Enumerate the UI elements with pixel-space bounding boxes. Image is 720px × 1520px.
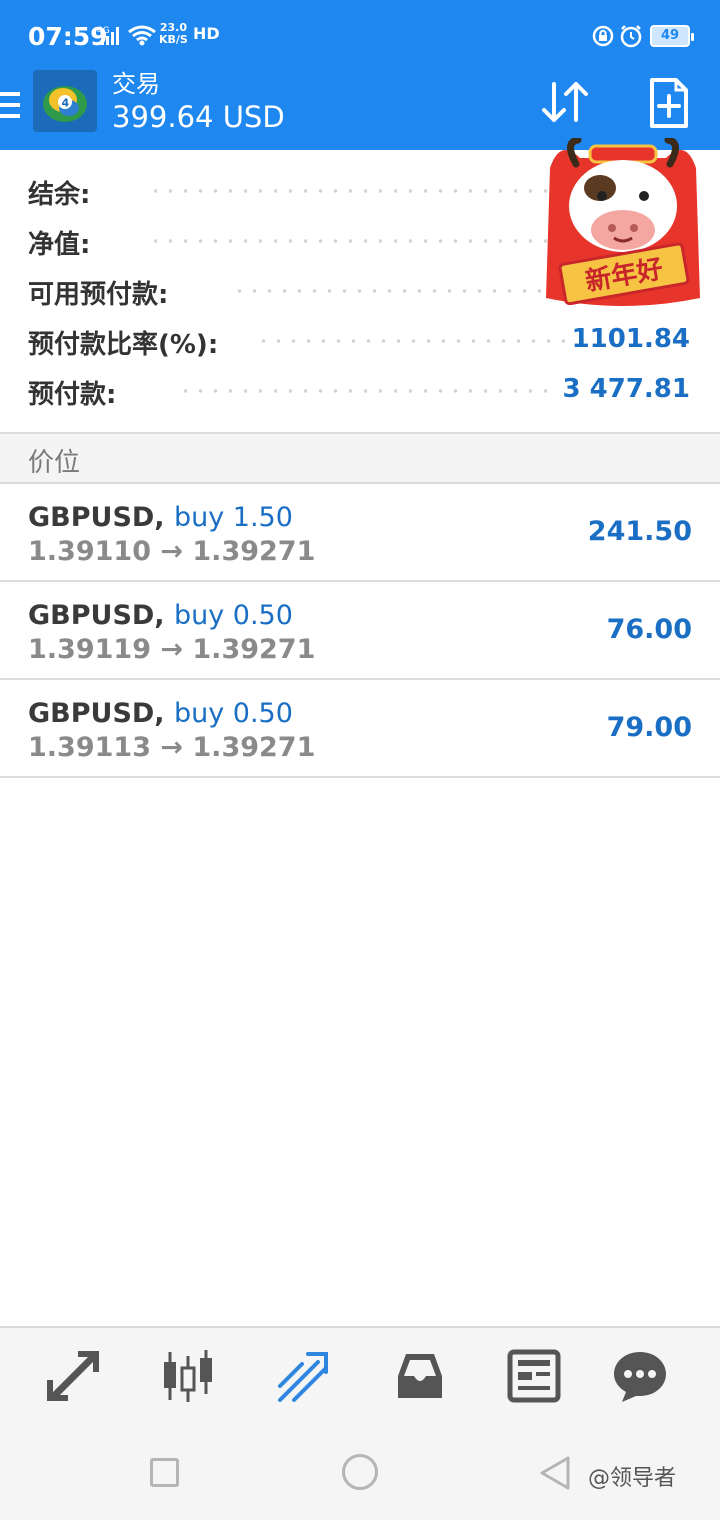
hd-indicator: HD	[193, 24, 220, 43]
new-order-icon[interactable]	[642, 76, 694, 130]
quotes-arrows-icon[interactable]	[44, 1346, 104, 1406]
positions-title: 价位	[28, 448, 81, 478]
summary-row-margin: 预付款: 3 477.81	[0, 366, 720, 416]
summary-label: 预付款比率(%):	[28, 324, 223, 361]
speed-unit: KB/S	[159, 33, 188, 46]
position-side: buy 0.50	[173, 600, 293, 631]
summary-label: 净值:	[28, 224, 95, 261]
menu-icon[interactable]	[0, 90, 20, 120]
dotted-leader	[148, 239, 548, 243]
position-profit: 241.50	[587, 516, 692, 547]
position-symbol-line: GBPUSD, buy 1.50	[28, 502, 293, 533]
sort-icon[interactable]	[536, 76, 592, 128]
account-balance: 399.64 USD	[112, 100, 285, 134]
summary-row-margin-level: 预付款比率(%): 1101.84	[0, 316, 720, 366]
bottom-tab-bar	[0, 1326, 720, 1420]
position-prices: 1.39113 → 1.39271	[28, 732, 316, 763]
back-icon[interactable]	[538, 1454, 572, 1492]
wifi-icon	[128, 25, 156, 46]
chat-icon[interactable]	[610, 1346, 670, 1406]
position-symbol: GBPUSD,	[28, 502, 165, 533]
news-icon[interactable]	[504, 1346, 564, 1406]
candlestick-chart-icon[interactable]	[158, 1346, 218, 1406]
network-speed: 23.0 KB/S	[159, 22, 188, 46]
position-symbol: GBPUSD,	[28, 698, 165, 729]
page-title: 交易	[112, 70, 160, 98]
app-logo-icon: 4	[33, 70, 97, 132]
positions-section-header: 价位	[0, 434, 720, 484]
position-prices: 1.39119 → 1.39271	[28, 634, 316, 665]
summary-value: 3 477.81	[562, 374, 690, 404]
battery-indicator: 49	[650, 25, 694, 47]
dotted-leader	[256, 339, 566, 343]
status-time: 07:59	[28, 22, 108, 51]
summary-label: 预付款:	[28, 374, 121, 411]
summary-label: 可用预付款:	[28, 274, 173, 311]
summary-label: 结余:	[28, 174, 95, 211]
summary-value: 1101.84	[571, 324, 690, 354]
watermark: @领导者	[588, 1466, 677, 1491]
position-profit: 76.00	[606, 614, 692, 645]
dotted-leader	[148, 189, 548, 193]
svg-text:4: 4	[62, 97, 70, 110]
signal-icon: 4G	[97, 26, 119, 45]
dotted-leader	[178, 389, 558, 393]
trade-trend-icon[interactable]	[272, 1346, 332, 1406]
status-bar: 07:59 4G 23.0 KB/S HD 49	[0, 0, 720, 70]
dotted-leader	[232, 289, 548, 293]
position-prices: 1.39110 → 1.39271	[28, 536, 316, 567]
position-symbol-line: GBPUSD, buy 0.50	[28, 698, 293, 729]
svg-text:4G: 4G	[97, 26, 110, 36]
position-side: buy 0.50	[173, 698, 293, 729]
position-row[interactable]: GBPUSD, buy 1.50 1.39110 → 1.39271 241.5…	[0, 484, 720, 582]
position-symbol-line: GBPUSD, buy 0.50	[28, 600, 293, 631]
position-side: buy 1.50	[173, 502, 293, 533]
inbox-icon[interactable]	[390, 1346, 450, 1406]
position-symbol: GBPUSD,	[28, 600, 165, 631]
new-year-cow-sticker: 新年好	[546, 138, 700, 306]
home-button[interactable]	[342, 1454, 378, 1490]
position-row[interactable]: GBPUSD, buy 0.50 1.39119 → 1.39271 76.00	[0, 582, 720, 680]
position-profit: 79.00	[606, 712, 692, 743]
recent-apps-button[interactable]	[150, 1458, 179, 1487]
lock-alarm-icons	[592, 25, 642, 48]
system-nav-bar: @领导者	[0, 1420, 720, 1520]
position-row[interactable]: GBPUSD, buy 0.50 1.39113 → 1.39271 79.00	[0, 680, 720, 778]
